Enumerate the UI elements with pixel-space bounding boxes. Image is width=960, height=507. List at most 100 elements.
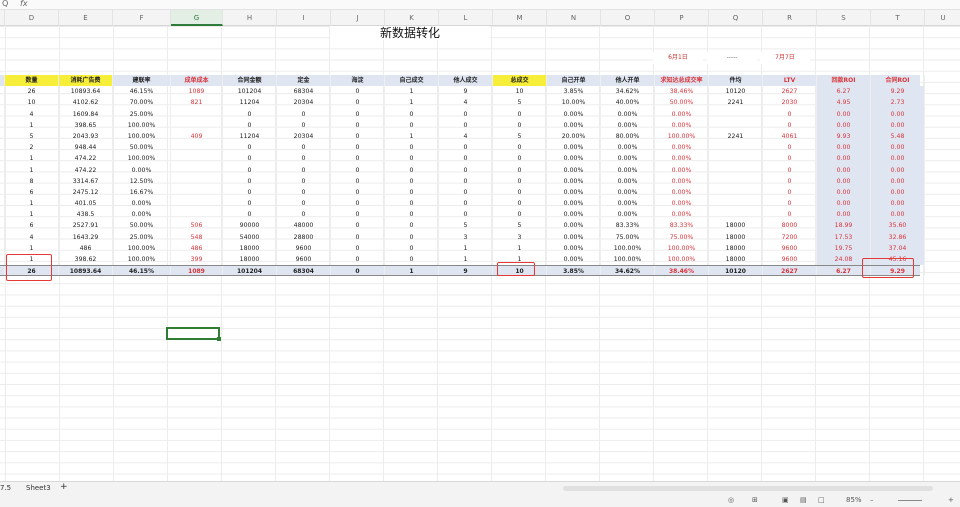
table-cell[interactable]: 1 [5, 153, 59, 165]
table-cell[interactable]: 0.00% [655, 142, 709, 154]
table-cell[interactable]: 2 [5, 142, 59, 154]
table-cell[interactable]: 486 [171, 242, 223, 254]
table-cell[interactable]: 101204 [223, 86, 277, 98]
table-cell[interactable]: 0 [493, 186, 547, 199]
table-cell[interactable]: 0 [277, 198, 331, 210]
table-cell[interactable]: 0 [493, 142, 547, 154]
header-cell[interactable]: 消耗广告费 [59, 75, 113, 87]
column-header-r[interactable]: R [763, 10, 817, 26]
column-header-u[interactable]: U [925, 10, 960, 26]
table-cell[interactable]: 50.00% [113, 220, 171, 232]
table-cell[interactable]: 0.00% [113, 209, 171, 221]
table-cell[interactable]: 5 [493, 130, 547, 143]
table-cell[interactable]: 26 [5, 86, 59, 98]
table-cell[interactable]: 0.00% [601, 209, 655, 221]
table-cell[interactable]: 0.00% [655, 164, 709, 176]
column-header-t[interactable]: T [871, 10, 925, 26]
table-cell[interactable]: 32.86 [871, 231, 925, 243]
page-layout-icon[interactable]: ▤ [800, 496, 807, 504]
table-cell[interactable]: 0.00 [817, 175, 871, 187]
zoom-in-button[interactable]: + [948, 496, 954, 504]
table-cell[interactable]: 0 [331, 153, 385, 165]
table-cell[interactable]: 80.00% [601, 130, 655, 143]
total-cell[interactable]: 101204 [223, 266, 277, 276]
column-header-i[interactable]: I [277, 10, 331, 26]
header-cell[interactable]: 海淀 [331, 75, 385, 87]
table-cell[interactable]: 0.00% [547, 254, 601, 266]
fx-icon[interactable]: fx [20, 0, 28, 8]
table-cell[interactable]: 0.00% [655, 153, 709, 165]
column-header-f[interactable]: F [113, 10, 171, 26]
table-cell[interactable]: 0 [277, 164, 331, 176]
table-cell[interactable]: 4061 [763, 130, 817, 143]
table-cell[interactable]: 17.53 [817, 231, 871, 243]
table-cell[interactable]: 9600 [763, 254, 817, 266]
table-cell[interactable]: 10.00% [547, 97, 601, 109]
table-cell[interactable]: 20304 [277, 130, 331, 143]
table-cell[interactable]: 1 [5, 209, 59, 221]
total-cell[interactable]: 34.62% [601, 266, 655, 276]
table-cell[interactable]: 0 [763, 186, 817, 199]
table-cell[interactable]: 0.00 [871, 164, 925, 176]
table-cell[interactable]: 0 [493, 175, 547, 187]
table-cell[interactable]: 0 [385, 175, 439, 187]
table-cell[interactable]: 2527.91 [59, 220, 113, 232]
table-cell[interactable]: 100.00% [655, 130, 709, 143]
table-cell[interactable]: 0 [331, 231, 385, 243]
table-cell[interactable]: 100.00% [113, 242, 171, 254]
total-cell[interactable]: 0 [331, 266, 385, 276]
table-cell[interactable]: 9600 [277, 254, 331, 266]
table-cell[interactable]: 50.00% [113, 142, 171, 154]
table-cell[interactable]: 0 [439, 108, 493, 120]
table-cell[interactable]: 16.67% [113, 186, 171, 199]
table-cell[interactable]: 9.29 [871, 86, 925, 98]
table-cell[interactable]: 37.04 [871, 242, 925, 254]
table-cell[interactable]: 0.00% [547, 108, 601, 120]
column-header-e[interactable]: E [59, 10, 113, 26]
table-cell[interactable]: 18000 [223, 254, 277, 266]
table-cell[interactable]: 4102.62 [59, 97, 113, 109]
table-cell[interactable]: 409 [171, 130, 223, 143]
table-cell[interactable]: 8 [5, 175, 59, 187]
table-cell[interactable]: 0.00 [871, 153, 925, 165]
table-cell[interactable]: 2627 [763, 86, 817, 98]
table-cell[interactable]: 28800 [277, 231, 331, 243]
table-cell[interactable]: 0 [385, 186, 439, 199]
column-header-s[interactable]: S [817, 10, 871, 26]
table-cell[interactable]: 0.00% [601, 164, 655, 176]
table-cell[interactable]: 0.00 [871, 198, 925, 210]
header-cell[interactable]: 总成交 [493, 75, 547, 87]
table-cell[interactable]: 1643.29 [59, 231, 113, 243]
table-cell[interactable]: 5 [5, 130, 59, 143]
table-cell[interactable]: 506 [171, 220, 223, 232]
table-cell[interactable]: 0 [331, 209, 385, 221]
table-cell[interactable]: 0 [493, 108, 547, 120]
column-header-p[interactable]: P [655, 10, 709, 26]
table-cell[interactable]: 0 [493, 164, 547, 176]
table-cell[interactable]: 4 [439, 97, 493, 109]
table-cell[interactable]: 18.99 [817, 220, 871, 232]
total-cell[interactable]: 2627 [763, 266, 817, 276]
table-cell[interactable] [709, 175, 763, 187]
table-cell[interactable] [171, 142, 223, 154]
table-cell[interactable]: 0 [223, 108, 277, 120]
table-cell[interactable]: 0 [385, 254, 439, 266]
table-cell[interactable]: 18000 [709, 231, 763, 243]
table-cell[interactable]: 0 [763, 153, 817, 165]
table-cell[interactable]: 25.00% [113, 108, 171, 120]
header-cell[interactable]: 他人开单 [601, 75, 655, 87]
table-cell[interactable] [171, 153, 223, 165]
table-cell[interactable]: 1089 [171, 86, 223, 98]
table-cell[interactable]: 100.00% [113, 130, 171, 143]
header-cell[interactable]: 成单成本 [171, 75, 223, 87]
total-cell[interactable]: 1089 [171, 266, 223, 276]
header-cell[interactable]: 求知达总成交率 [655, 75, 709, 87]
sheet-tab-sheet3[interactable]: Sheet3 [26, 484, 51, 492]
table-cell[interactable]: 0.00 [871, 142, 925, 154]
table-cell[interactable]: 0.00% [547, 231, 601, 243]
table-cell[interactable]: 0 [385, 198, 439, 210]
total-cell[interactable]: 38.46% [655, 266, 709, 276]
header-cell[interactable]: 合同ROI [871, 75, 925, 87]
table-cell[interactable]: 399 [171, 254, 223, 266]
total-cell[interactable]: 9 [439, 266, 493, 276]
